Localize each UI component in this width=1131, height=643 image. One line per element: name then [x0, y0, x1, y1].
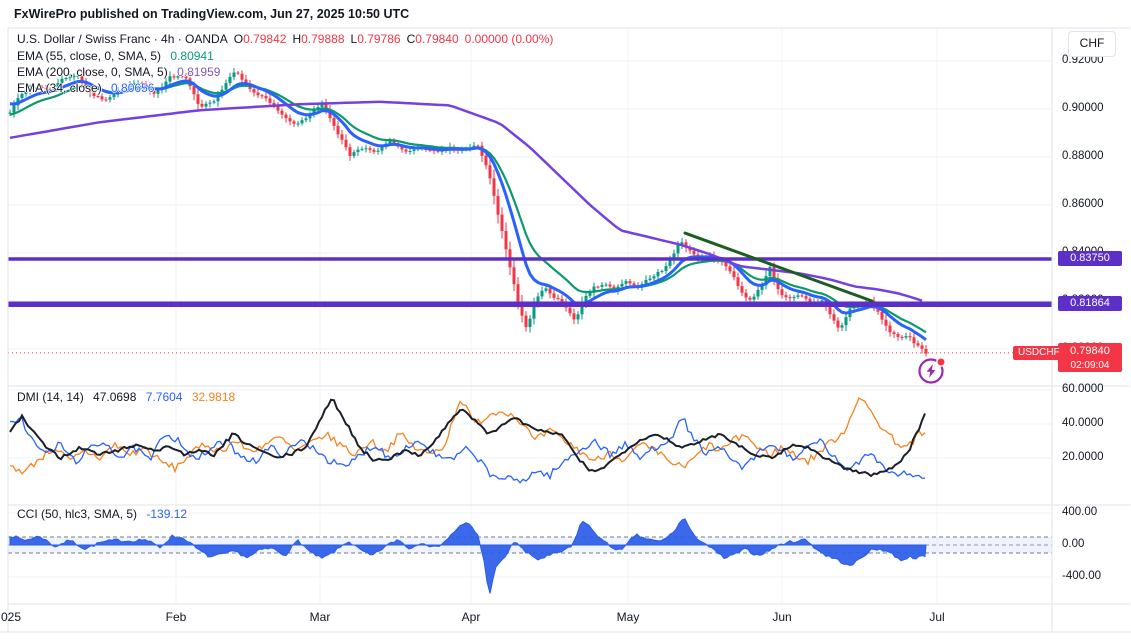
time-axis-label: Feb — [165, 610, 187, 624]
time-axis-label: Jun — [772, 610, 792, 624]
cci-axis-label: -400.00 — [1062, 570, 1102, 582]
ema55-line — [9, 82, 927, 334]
bar-countdown: 02:09:04 — [1070, 360, 1110, 371]
cci-area — [9, 518, 927, 594]
ohlc-value: 0.79786 — [357, 32, 401, 46]
ema34-value: 0.80656 — [111, 81, 155, 95]
change-value: 0.00000 (0.00%) — [464, 32, 554, 46]
ohlc-key: C — [406, 32, 416, 46]
ema55-legend-row[interactable]: EMA (55, close, 0, SMA, 5) 0.80941 — [17, 49, 214, 63]
price-axis-label: 0.86000 — [1062, 198, 1104, 210]
resistance-price-badge: 0.83750 — [1058, 251, 1122, 266]
support-price-badge: 0.81864 — [1058, 296, 1122, 311]
dmi-legend-row[interactable]: DMI (14, 14) 47.0698 7.7604 32.9818 — [17, 390, 235, 404]
ema200-value: 0.81959 — [177, 65, 221, 79]
ema55-label: EMA (55, close, 0, SMA, 5) — [17, 49, 162, 63]
dmi-minus-di-value: 32.9818 — [191, 390, 236, 404]
ohlc-value: 0.79842 — [243, 32, 287, 46]
price-axis-label: 0.88000 — [1062, 150, 1104, 162]
time-axis-label: Apr — [461, 610, 481, 624]
ema200-legend-row[interactable]: EMA (200, close, 0, SMA, 5) 0.81959 — [17, 65, 220, 79]
dmi-adx-line — [9, 398, 926, 478]
ohlc-values: O0.79842 H0.79888 L0.79786 C0.79840 — [228, 32, 459, 46]
dmi-axis-label: 40.0000 — [1062, 417, 1104, 429]
chart-canvas[interactable] — [0, 0, 1131, 643]
ohlc-key: H — [292, 32, 302, 46]
cci-legend-row[interactable]: CCI (50, hlc3, SMA, 5) -139.12 — [17, 507, 187, 521]
ohlc-value: 0.79888 — [301, 32, 345, 46]
last-price-value: 0.79840 — [1070, 345, 1110, 357]
cci-axis-label: 400.00 — [1062, 506, 1098, 518]
ema200-label: EMA (200, close, 0, SMA, 5) — [17, 65, 168, 79]
ema34-label: EMA (34, close) — [17, 81, 102, 95]
time-axis-label: Mar — [309, 610, 331, 624]
ema34-legend-row[interactable]: EMA (34, close) 0.80656 — [17, 81, 154, 95]
dmi-axis-label: 20.0000 — [1062, 451, 1104, 463]
dmi-plus-di-value: 7.7604 — [145, 390, 183, 404]
symbol-legend-row[interactable]: U.S. Dollar / Swiss Franc · 4h · OANDA O0… — [17, 32, 553, 46]
time-axis-label: May — [616, 610, 640, 624]
ohlc-key: O — [233, 32, 244, 46]
flash-icon[interactable] — [916, 354, 948, 386]
time-axis-label: 025 — [0, 610, 22, 624]
dmi-label: DMI (14, 14) — [17, 390, 84, 404]
last-price-badge: 0.79840 02:09:04 — [1058, 343, 1122, 372]
symbol-tag: USDCHF — [1013, 346, 1065, 360]
currency-button[interactable]: CHF — [1068, 31, 1116, 57]
cci-label: CCI (50, hlc3, SMA, 5) — [17, 507, 138, 521]
dmi-axis-label: 60.0000 — [1062, 383, 1104, 395]
ohlc-value: 0.79840 — [415, 32, 459, 46]
ema55-value: 0.80941 — [170, 49, 214, 63]
dmi-minus-di-line — [9, 397, 926, 475]
tradingview-chart: FxWirePro published on TradingView.com, … — [0, 0, 1131, 643]
cci-value: -139.12 — [146, 507, 188, 521]
symbol-title: U.S. Dollar / Swiss Franc · 4h · OANDA — [17, 32, 228, 46]
time-axis-label: Jul — [929, 610, 945, 624]
cci-axis-label: 0.00 — [1062, 538, 1085, 550]
dmi-adx-value: 47.0698 — [93, 390, 137, 404]
price-axis-label: 0.90000 — [1062, 102, 1104, 114]
